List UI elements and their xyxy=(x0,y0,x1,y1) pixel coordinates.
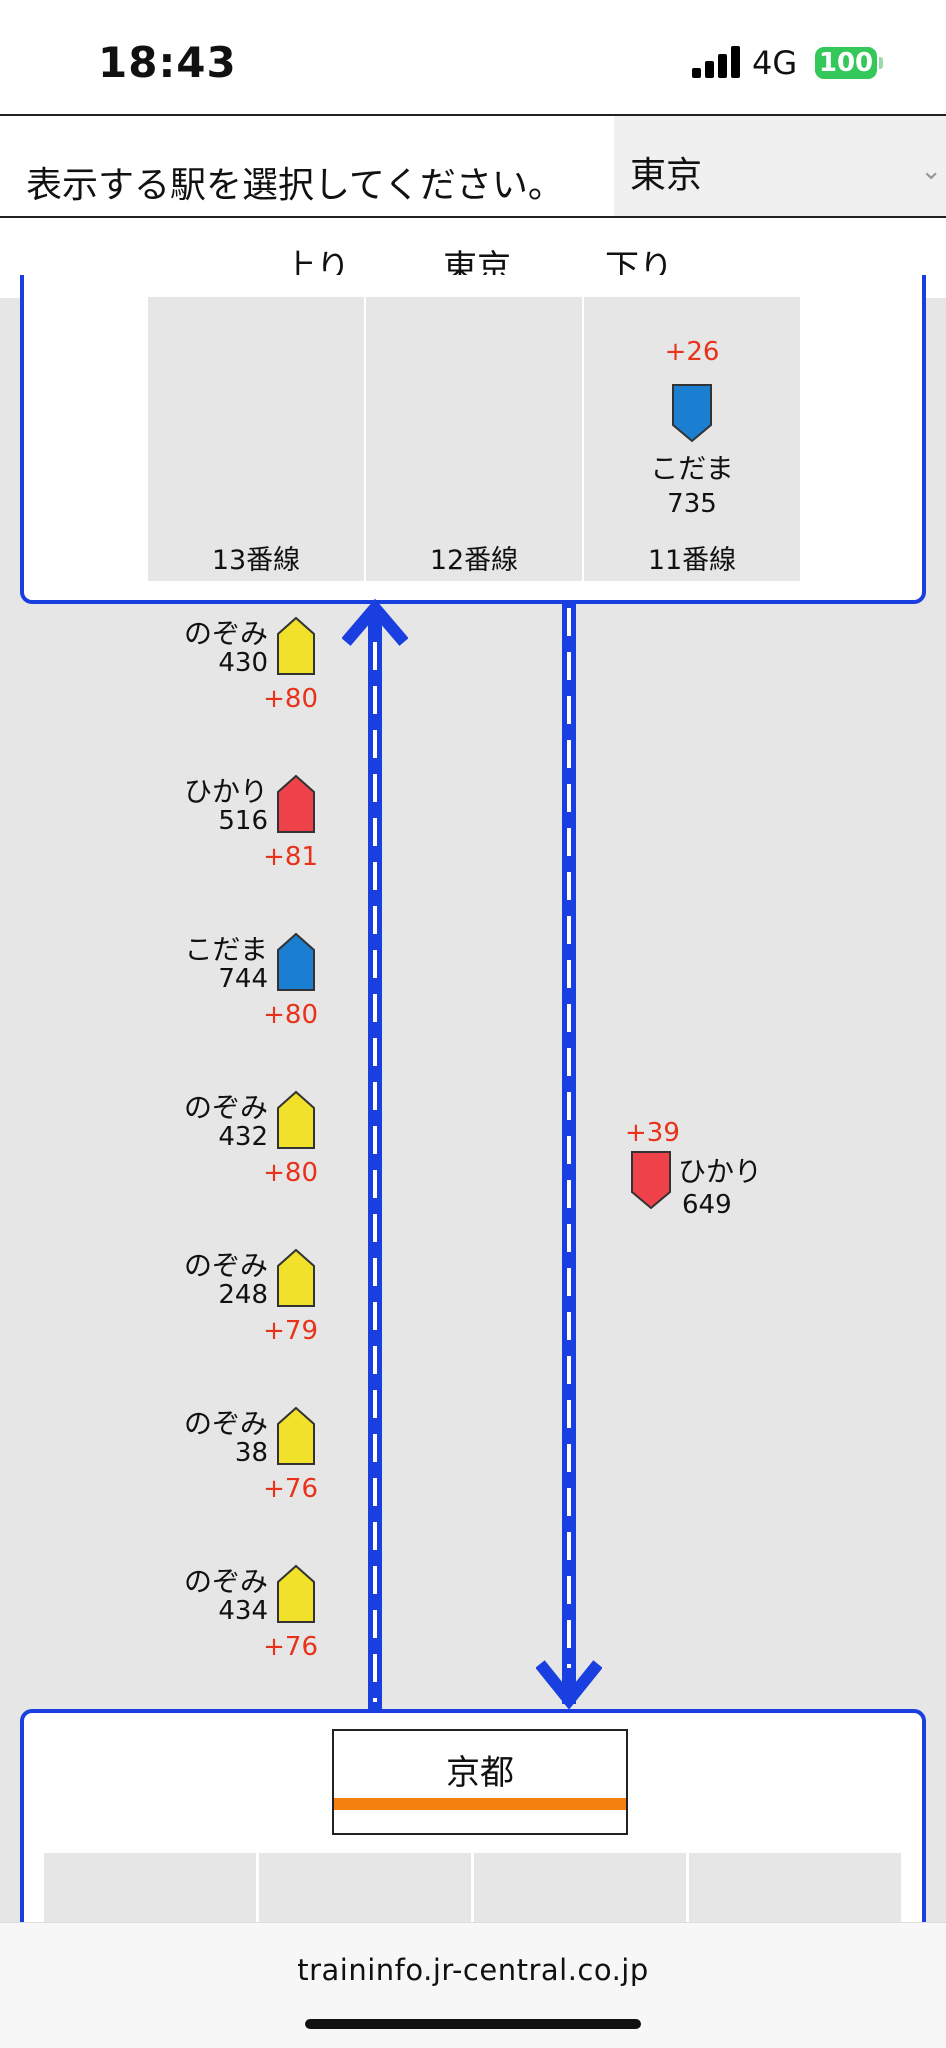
train-name: のぞみ xyxy=(183,1565,268,1598)
signal-icon xyxy=(692,46,740,78)
train-number: 516 xyxy=(218,806,268,836)
track-label: 12番線 xyxy=(429,545,519,576)
station-selector-bar: 表示する駅を選択してください。 東京 ⌄ xyxy=(0,114,946,218)
train-down-icon xyxy=(631,1151,671,1210)
selector-label: 表示する駅を選択してください。 xyxy=(26,165,564,206)
station-name: 京都 xyxy=(446,1753,514,1793)
track-label: 11番線 xyxy=(647,545,737,576)
train-number: 434 xyxy=(218,1596,268,1626)
train-delay: +80 xyxy=(263,1000,318,1030)
train-up-icon xyxy=(277,1090,315,1149)
line-color-stripe xyxy=(334,1798,626,1810)
tokyo-station-box: 13番線 12番線 11番線 +26 こだま 735 xyxy=(20,275,926,604)
train-delay: +79 xyxy=(263,1316,318,1346)
battery-icon: 100 xyxy=(815,47,877,79)
train-name: ひかり xyxy=(183,775,268,808)
battery-nub xyxy=(879,57,883,69)
down-train[interactable]: +39 ひかり 649 xyxy=(620,1114,780,1220)
train-up-icon xyxy=(277,932,315,991)
chevron-down-icon: ⌄ xyxy=(920,156,942,186)
up-train[interactable]: のぞみ 432 +80 xyxy=(160,1086,320,1196)
train-delay: +76 xyxy=(263,1632,318,1662)
train-name: のぞみ xyxy=(183,1407,268,1440)
train-up-icon xyxy=(277,616,315,675)
track-11: 11番線 +26 こだま 735 xyxy=(584,297,800,581)
up-train[interactable]: のぞみ 38 +76 xyxy=(160,1402,320,1512)
up-train[interactable]: のぞみ 248 +79 xyxy=(160,1244,320,1354)
train-number: 735 xyxy=(667,489,717,519)
url-text: traininfo.jr-central.co.jp xyxy=(297,1953,649,1987)
browser-url-bar[interactable]: traininfo.jr-central.co.jp xyxy=(0,1922,946,2048)
up-train[interactable]: ひかり 516 +81 xyxy=(160,770,320,880)
train-delay: +81 xyxy=(263,842,318,872)
train-number: 38 xyxy=(234,1438,268,1468)
train-delay: +39 xyxy=(625,1118,680,1148)
station-select[interactable]: 東京 ⌄ xyxy=(614,116,946,216)
up-train[interactable]: のぞみ 430 +80 xyxy=(160,612,320,722)
train-name: のぞみ xyxy=(183,617,268,650)
network-type: 4G xyxy=(752,44,798,82)
up-line xyxy=(368,612,382,1709)
train-name: こだま xyxy=(650,452,734,485)
train-down-icon[interactable] xyxy=(671,383,713,443)
station-select-value: 東京 xyxy=(630,155,703,196)
arrow-up-icon xyxy=(342,598,408,646)
train-up-icon xyxy=(277,1406,315,1465)
train-name: こだま xyxy=(184,933,268,966)
train-number: 432 xyxy=(218,1122,268,1152)
up-train[interactable]: こだま 744 +80 xyxy=(160,928,320,1038)
status-time: 18:43 xyxy=(98,38,237,87)
track-label: 13番線 xyxy=(211,545,301,576)
arrow-down-icon xyxy=(536,1660,602,1710)
home-indicator[interactable] xyxy=(305,2019,641,2029)
train-up-icon xyxy=(277,1564,315,1623)
train-delay: +76 xyxy=(263,1474,318,1504)
up-train[interactable]: のぞみ 434 +76 xyxy=(160,1560,320,1670)
train-name: のぞみ xyxy=(183,1091,268,1124)
down-line xyxy=(562,604,576,1704)
train-delay: +80 xyxy=(263,1158,318,1188)
kyoto-station-sign[interactable]: 京都 xyxy=(332,1729,628,1835)
train-delay: +80 xyxy=(263,684,318,714)
train-delay: +26 xyxy=(664,337,720,367)
status-bar: 18:43 4G 100 xyxy=(0,0,946,115)
train-name: ひかり xyxy=(678,1155,763,1188)
track-13: 13番線 xyxy=(148,297,364,581)
train-up-icon xyxy=(277,774,315,833)
train-up-icon xyxy=(277,1248,315,1307)
train-number: 248 xyxy=(218,1280,268,1310)
train-number: 744 xyxy=(218,964,268,994)
train-number: 430 xyxy=(218,648,268,678)
train-number: 649 xyxy=(682,1190,732,1220)
train-name: のぞみ xyxy=(183,1249,268,1282)
track-12: 12番線 xyxy=(366,297,582,581)
